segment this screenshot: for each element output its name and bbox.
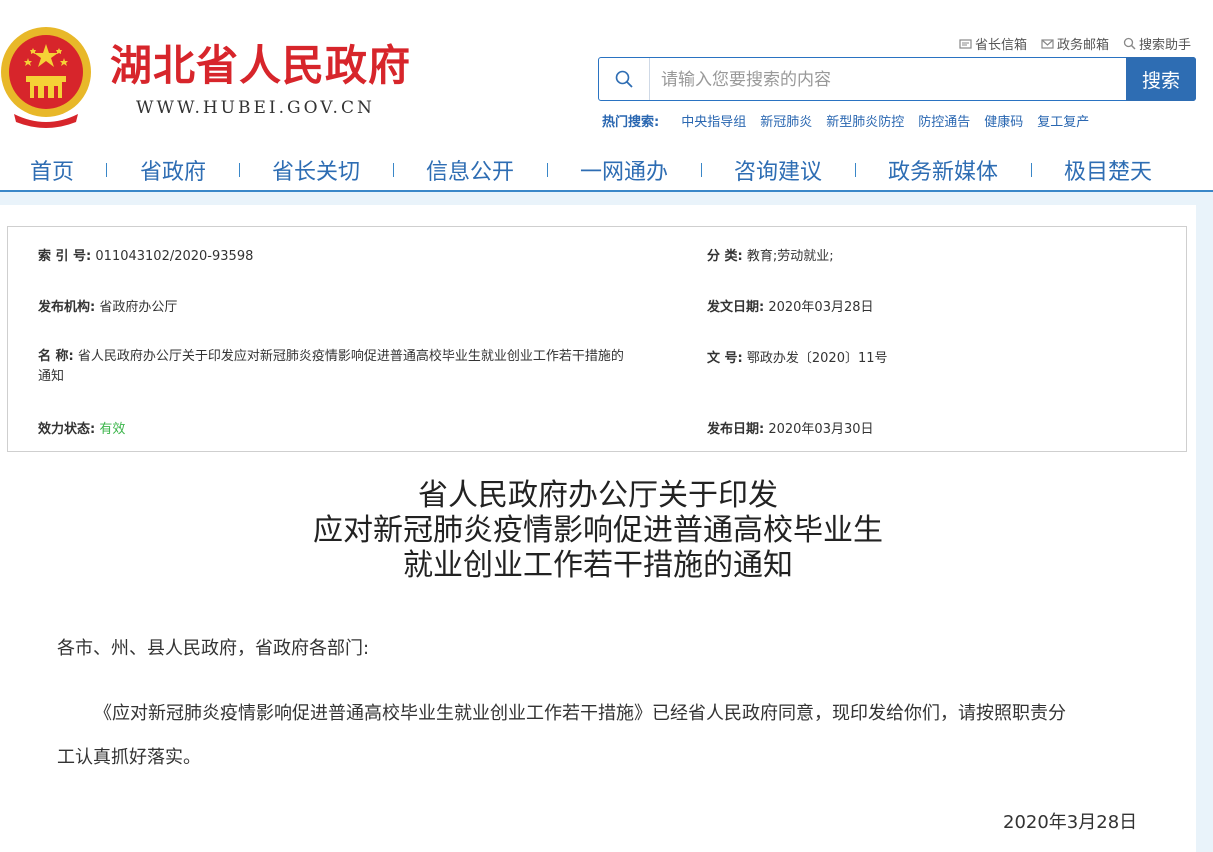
article-title-line: 就业创业工作若干措施的通知 <box>403 548 793 583</box>
search-box: 搜索 <box>598 57 1196 101</box>
meta-issuer: 发布机构: 省政府办公厅 <box>38 296 177 315</box>
nav-divider <box>1031 163 1032 177</box>
meta-index: 索 引 号: 011043102/2020-93598 <box>38 245 253 264</box>
nav-item-governor-concern[interactable]: 省长关切 <box>272 154 360 186</box>
meta-status: 效力状态: 有效 <box>38 418 125 437</box>
governor-mailbox-link[interactable]: 省长信箱 <box>959 34 1027 53</box>
gov-email-label: 政务邮箱 <box>1056 38 1109 53</box>
meta-label: 名 称: <box>38 349 74 364</box>
meta-label: 文 号: <box>707 351 743 366</box>
article-salutation: 各市、州、县人民政府，省政府各部门: <box>57 638 370 659</box>
governor-mailbox-label: 省长信箱 <box>974 38 1027 53</box>
hot-search-item[interactable]: 健康码 <box>984 111 1023 130</box>
site-name[interactable]: 湖北省人民政府 <box>110 40 411 92</box>
article-body-line: 工认真抓好落实。 <box>57 747 201 768</box>
article-date: 2020年3月28日 <box>1003 812 1138 833</box>
search-icon-cell <box>599 58 650 100</box>
article-title-line: 省人民政府办公厅关于印发 <box>418 478 778 513</box>
article-body-line: 《应对新冠肺炎疫情影响促进普通高校毕业生就业创业工作若干措施》已经省人民政府同意… <box>94 703 1066 724</box>
main-content: 索 引 号: 011043102/2020-93598 分 类: 教育;劳动就业… <box>0 205 1196 852</box>
hot-search-item[interactable]: 中央指导组 <box>681 111 746 130</box>
search-button[interactable]: 搜索 <box>1126 57 1196 101</box>
meta-label: 索 引 号: <box>38 249 92 264</box>
meta-value: 2020年03月28日 <box>768 300 874 315</box>
mailbox-icon <box>959 39 972 49</box>
search-assistant-label: 搜索助手 <box>1138 38 1191 53</box>
meta-value: 2020年03月30日 <box>768 422 874 437</box>
nav-item-home[interactable]: 首页 <box>30 154 74 186</box>
nav-item-province-gov[interactable]: 省政府 <box>140 154 206 186</box>
hot-search-item[interactable]: 防控通告 <box>918 111 970 130</box>
nav-divider <box>106 163 107 177</box>
nav-item-consult[interactable]: 咨询建议 <box>734 154 822 186</box>
meta-value: 教育;劳动就业; <box>746 249 834 264</box>
nav-item-info-public[interactable]: 信息公开 <box>426 154 514 186</box>
hot-search-item[interactable]: 复工复产 <box>1037 111 1089 130</box>
nav-divider <box>393 163 394 177</box>
national-emblem-icon <box>1 27 91 128</box>
search-assistant-link[interactable]: 搜索助手 <box>1123 34 1191 53</box>
nav-divider <box>855 163 856 177</box>
magnifier-icon <box>1123 37 1136 50</box>
meta-value: 鄂政办发〔2020〕11号 <box>746 351 888 366</box>
meta-label: 分 类: <box>707 249 743 264</box>
meta-label: 发布日期: <box>707 422 765 437</box>
document-meta-table: 索 引 号: 011043102/2020-93598 分 类: 教育;劳动就业… <box>7 226 1187 452</box>
meta-doc-date: 发文日期: 2020年03月28日 <box>707 296 874 315</box>
top-links: 省长信箱 政务邮箱 搜索助手 <box>959 34 1191 53</box>
hot-search-item[interactable]: 新型肺炎防控 <box>826 111 904 130</box>
meta-value: 省政府办公厅 <box>99 300 178 315</box>
envelope-icon <box>1041 39 1054 49</box>
search-icon <box>615 70 633 88</box>
nav-divider <box>239 163 240 177</box>
site-url: WWW.HUBEI.GOV.CN <box>136 98 375 118</box>
hot-search-item[interactable]: 新冠肺炎 <box>760 111 812 130</box>
main-nav: 首页 省政府 省长关切 信息公开 一网通办 咨询建议 政务新媒体 极目楚天 <box>0 146 1213 192</box>
meta-value-cont: 通知 <box>38 369 65 384</box>
nav-divider <box>701 163 702 177</box>
meta-label: 发布机构: <box>38 300 96 315</box>
meta-label: 效力状态: <box>38 422 96 437</box>
meta-doc-no: 文 号: 鄂政办发〔2020〕11号 <box>707 347 888 366</box>
hot-search-bar: 热门搜索: 中央指导组 新冠肺炎 新型肺炎防控 防控通告 健康码 复工复产 <box>602 111 1089 130</box>
article-title-line: 应对新冠肺炎疫情影响促进普通高校毕业生 <box>313 513 883 548</box>
nav-item-jimu-chutian[interactable]: 极目楚天 <box>1064 154 1152 186</box>
nav-item-new-media[interactable]: 政务新媒体 <box>888 154 998 186</box>
meta-name: 名 称: 省人民政府办公厅关于印发应对新冠肺炎疫情影响促进普通高校毕业生就业创业… <box>38 347 688 387</box>
meta-publish-date: 发布日期: 2020年03月30日 <box>707 418 874 437</box>
site-header: 湖北省人民政府 WWW.HUBEI.GOV.CN 省长信箱 政务邮箱 搜索助手 … <box>0 0 1213 192</box>
meta-value: 011043102/2020-93598 <box>95 249 254 264</box>
meta-value: 省人民政府办公厅关于印发应对新冠肺炎疫情影响促进普通高校毕业生就业创业工作若干措… <box>77 349 624 364</box>
nav-item-one-stop[interactable]: 一网通办 <box>580 154 668 186</box>
status-badge: 有效 <box>99 422 126 437</box>
gov-email-link[interactable]: 政务邮箱 <box>1041 34 1109 53</box>
meta-category: 分 类: 教育;劳动就业; <box>707 245 834 264</box>
hot-search-label: 热门搜索: <box>602 115 660 130</box>
meta-label: 发文日期: <box>707 300 765 315</box>
nav-divider <box>547 163 548 177</box>
search-input[interactable] <box>659 66 1123 94</box>
